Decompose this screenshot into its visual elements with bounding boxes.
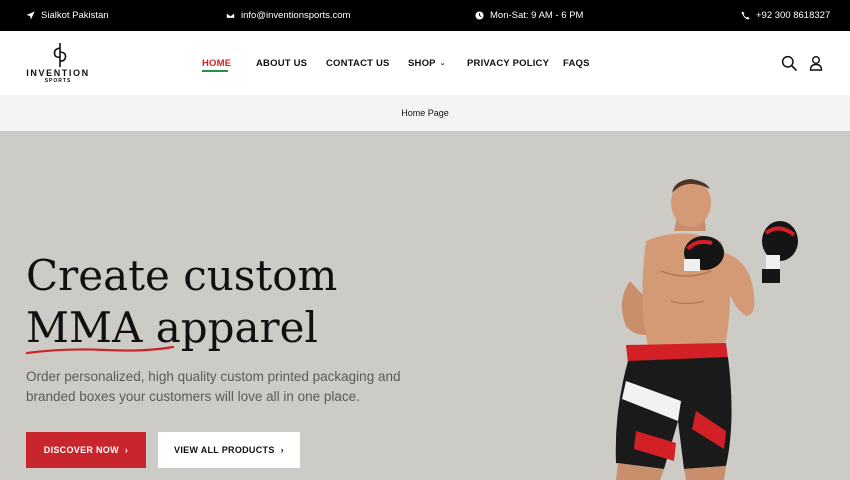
breadcrumb-current: Home Page (401, 108, 449, 118)
nav-active-underline (202, 70, 228, 72)
nav-home[interactable]: HOME (202, 31, 231, 95)
chevron-right-icon: › (124, 445, 129, 455)
logo-wordmark: INVENTION (26, 68, 90, 78)
hero-description: Order personalized, high quality custom … (26, 369, 401, 404)
view-all-products-button[interactable]: VIEW ALL PRODUCTS › (158, 432, 300, 468)
mail-icon (226, 12, 235, 19)
chevron-right-icon: › (280, 445, 284, 455)
hero-title-rest: apparel (155, 303, 318, 352)
nav-shop[interactable]: SHOP ⌄ (408, 31, 446, 95)
hours-text: Mon-Sat: 9 AM - 6 PM (490, 10, 584, 21)
search-icon[interactable] (781, 55, 797, 71)
nav-shop-label: SHOP (408, 57, 436, 69)
top-bar: Sialkot Pakistan info@inventionsports.co… (0, 0, 850, 31)
phone-icon (741, 11, 750, 20)
view-all-products-label: VIEW ALL PRODUCTS (174, 445, 275, 455)
topbar-location: Sialkot Pakistan (26, 0, 109, 31)
email-link[interactable]: info@inventionsports.com (241, 10, 350, 21)
nav-privacy-policy[interactable]: PRIVACY POLICY (467, 31, 549, 95)
discover-now-button[interactable]: DISCOVER NOW › (26, 432, 146, 468)
nav-faqs[interactable]: FAQS (563, 31, 590, 95)
brand-logo[interactable]: INVENTION SPORTS (22, 43, 100, 87)
nav-contact-us[interactable]: CONTACT US (326, 31, 390, 95)
breadcrumb: Home Page (0, 95, 850, 131)
discover-now-label: DISCOVER NOW (43, 445, 119, 455)
phone-link[interactable]: +92 300 8618327 (756, 10, 830, 21)
location-text: Sialkot Pakistan (41, 10, 109, 21)
chevron-down-icon: ⌄ (439, 60, 446, 67)
title-underline-squiggle (25, 345, 175, 355)
clock-icon (475, 11, 484, 20)
topbar-hours: Mon-Sat: 9 AM - 6 PM (475, 0, 583, 31)
user-icon[interactable] (808, 55, 824, 71)
logo-subtitle: SPORTS (44, 78, 72, 84)
hero-section: Create custom MMA apparel Order personal… (0, 131, 850, 480)
topbar-email[interactable]: info@inventionsports.com (226, 0, 350, 31)
logo-mark-icon (53, 43, 67, 67)
topbar-phone[interactable]: +92 300 8618327 (741, 0, 830, 31)
hero-title-line1: Create custom (26, 251, 338, 300)
location-arrow-icon (26, 11, 35, 20)
nav-about-us[interactable]: ABOUT US (256, 31, 307, 95)
site-header: INVENTION SPORTS HOME ABOUT US CONTACT U… (0, 31, 850, 95)
mma-fighter-image (615, 179, 798, 480)
